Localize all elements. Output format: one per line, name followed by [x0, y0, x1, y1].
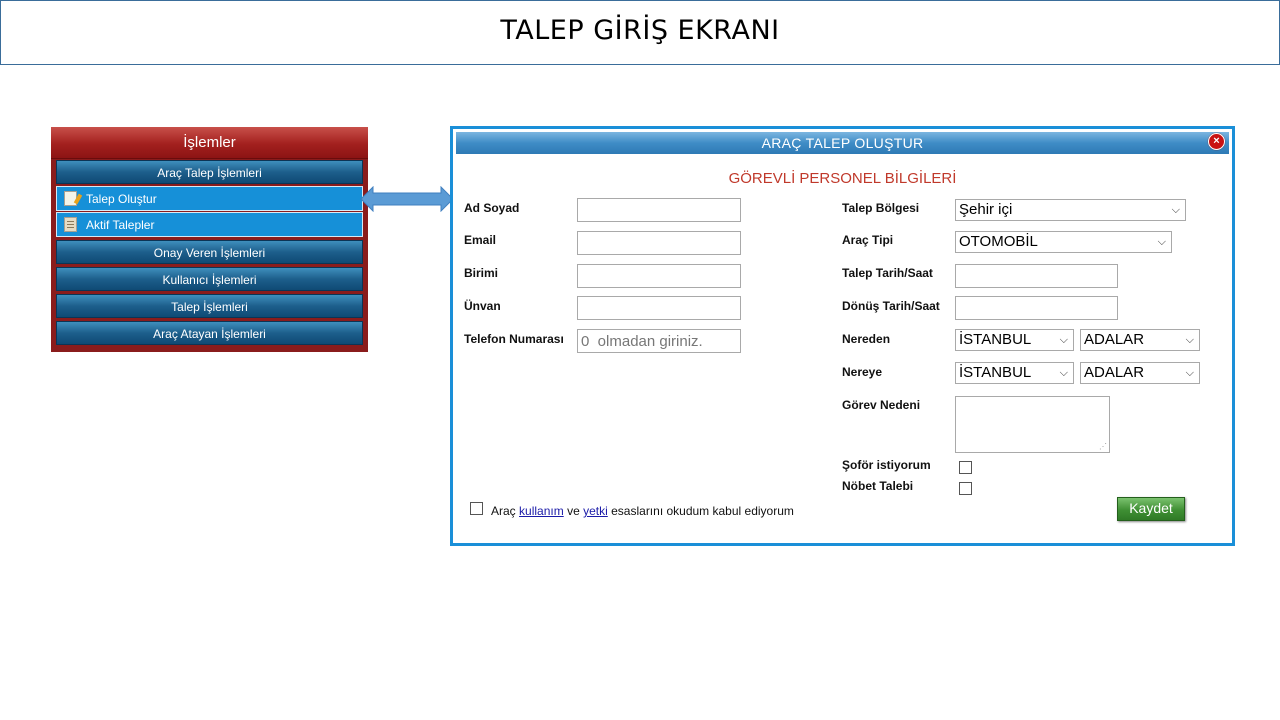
nereden-label: Nereden: [842, 332, 891, 346]
birimi-input[interactable]: [577, 264, 741, 288]
nereye-city-value: İSTANBUL: [959, 364, 1032, 381]
page-title: TALEP GİRİŞ EKRANI: [500, 15, 780, 46]
arac-tipi-select[interactable]: OTOMOBİL ⌵: [955, 231, 1172, 253]
save-button[interactable]: Kaydet: [1117, 497, 1185, 521]
usage-link[interactable]: kullanım: [519, 504, 564, 518]
unvan-label: Ünvan: [464, 299, 501, 313]
talep-bolgesi-select[interactable]: Şehir içi ⌵: [955, 199, 1186, 221]
telefon-input[interactable]: [577, 329, 741, 353]
email-field[interactable]: [577, 231, 741, 255]
create-request-dialog: ARAÇ TALEP OLUŞTUR × GÖREVLİ PERSONEL Bİ…: [450, 126, 1235, 546]
chevron-down-icon: ⌵: [1185, 334, 1194, 346]
agreement-text: Araç kullanım ve yetki esaslarını okudum…: [491, 504, 794, 518]
menu-item-talep-olustur[interactable]: Talep Oluştur: [56, 186, 363, 211]
agreement-middle: ve: [567, 504, 580, 518]
operations-menu: İşlemler Araç Talep İşlemleri Talep Oluş…: [51, 127, 368, 352]
telefon-label: Telefon Numarası: [464, 332, 564, 346]
sofor-checkbox[interactable]: [959, 461, 972, 474]
chevron-down-icon: ⌵: [1059, 334, 1068, 346]
nereye-district-value: ADALAR: [1084, 364, 1145, 381]
ad-soyad-input[interactable]: [577, 198, 741, 222]
talep-tarih-label: Talep Tarih/Saat: [842, 266, 933, 280]
arac-tipi-label: Araç Tipi: [842, 233, 894, 247]
menu-item-label: Talep Oluştur: [86, 192, 157, 206]
menu-header: İşlemler: [51, 127, 368, 159]
donus-tarih-input[interactable]: [955, 296, 1118, 320]
gorev-nedeni-textarea[interactable]: ⋰: [955, 396, 1110, 453]
agreement-checkbox[interactable]: [470, 502, 483, 515]
chevron-down-icon: ⌵: [1157, 236, 1166, 248]
chevron-down-icon: ⌵: [1171, 204, 1180, 216]
nereye-label: Nereye: [842, 365, 883, 379]
nereden-district-value: ADALAR: [1084, 331, 1145, 348]
chevron-down-icon: ⌵: [1059, 367, 1068, 379]
menu-group-talep[interactable]: Talep İşlemleri: [56, 294, 363, 318]
menu-group-kullanici[interactable]: Kullanıcı İşlemleri: [56, 267, 363, 291]
dialog-titlebar: ARAÇ TALEP OLUŞTUR: [456, 132, 1229, 154]
nobet-label: Nöbet Talebi: [842, 479, 914, 493]
nereden-district-select[interactable]: ADALAR ⌵: [1080, 329, 1200, 351]
menu-group-arac-atayan[interactable]: Araç Atayan İşlemleri: [56, 321, 363, 345]
gorev-nedeni-label: Görev Nedeni: [842, 398, 921, 412]
unvan-input[interactable]: [577, 296, 741, 320]
section-title: GÖREVLİ PERSONEL BİLGİLERİ: [728, 170, 957, 187]
birimi-label: Birimi: [464, 266, 499, 280]
nereden-city-select[interactable]: İSTANBUL ⌵: [955, 329, 1074, 351]
talep-bolgesi-label: Talep Bölgesi: [842, 201, 920, 215]
close-icon[interactable]: ×: [1208, 133, 1225, 150]
nobet-checkbox[interactable]: [959, 482, 972, 495]
calculator-icon: [64, 217, 77, 232]
dialog-title: ARAÇ TALEP OLUŞTUR: [761, 135, 924, 151]
arac-tipi-value: OTOMOBİL: [959, 233, 1038, 250]
nereye-district-select[interactable]: ADALAR ⌵: [1080, 362, 1200, 384]
talep-tarih-input[interactable]: [955, 264, 1118, 288]
menu-item-label: Aktif Talepler: [86, 218, 155, 232]
double-arrow-icon: [360, 186, 454, 212]
sofor-label: Şoför istiyorum: [842, 458, 931, 472]
menu-group-arac-talep[interactable]: Araç Talep İşlemleri: [56, 160, 363, 184]
nereden-city-value: İSTANBUL: [959, 331, 1032, 348]
agreement-prefix: Araç: [491, 504, 516, 518]
agreement-suffix: esaslarını okudum kabul ediyorum: [611, 504, 794, 518]
email-label: Email: [464, 233, 497, 247]
page-header: TALEP GİRİŞ EKRANI: [0, 0, 1280, 65]
talep-bolgesi-value: Şehir içi: [959, 201, 1013, 218]
authority-link[interactable]: yetki: [583, 504, 608, 518]
nereye-city-select[interactable]: İSTANBUL ⌵: [955, 362, 1074, 384]
chevron-down-icon: ⌵: [1185, 367, 1194, 379]
menu-group-onay-veren[interactable]: Onay Veren İşlemleri: [56, 240, 363, 264]
donus-tarih-label: Dönüş Tarih/Saat: [842, 299, 940, 313]
resize-grip-icon[interactable]: ⋰: [1099, 442, 1107, 451]
menu-item-aktif-talepler[interactable]: Aktif Talepler: [56, 212, 363, 237]
ad-soyad-label: Ad Soyad: [464, 201, 520, 215]
edit-document-icon: [64, 191, 77, 206]
